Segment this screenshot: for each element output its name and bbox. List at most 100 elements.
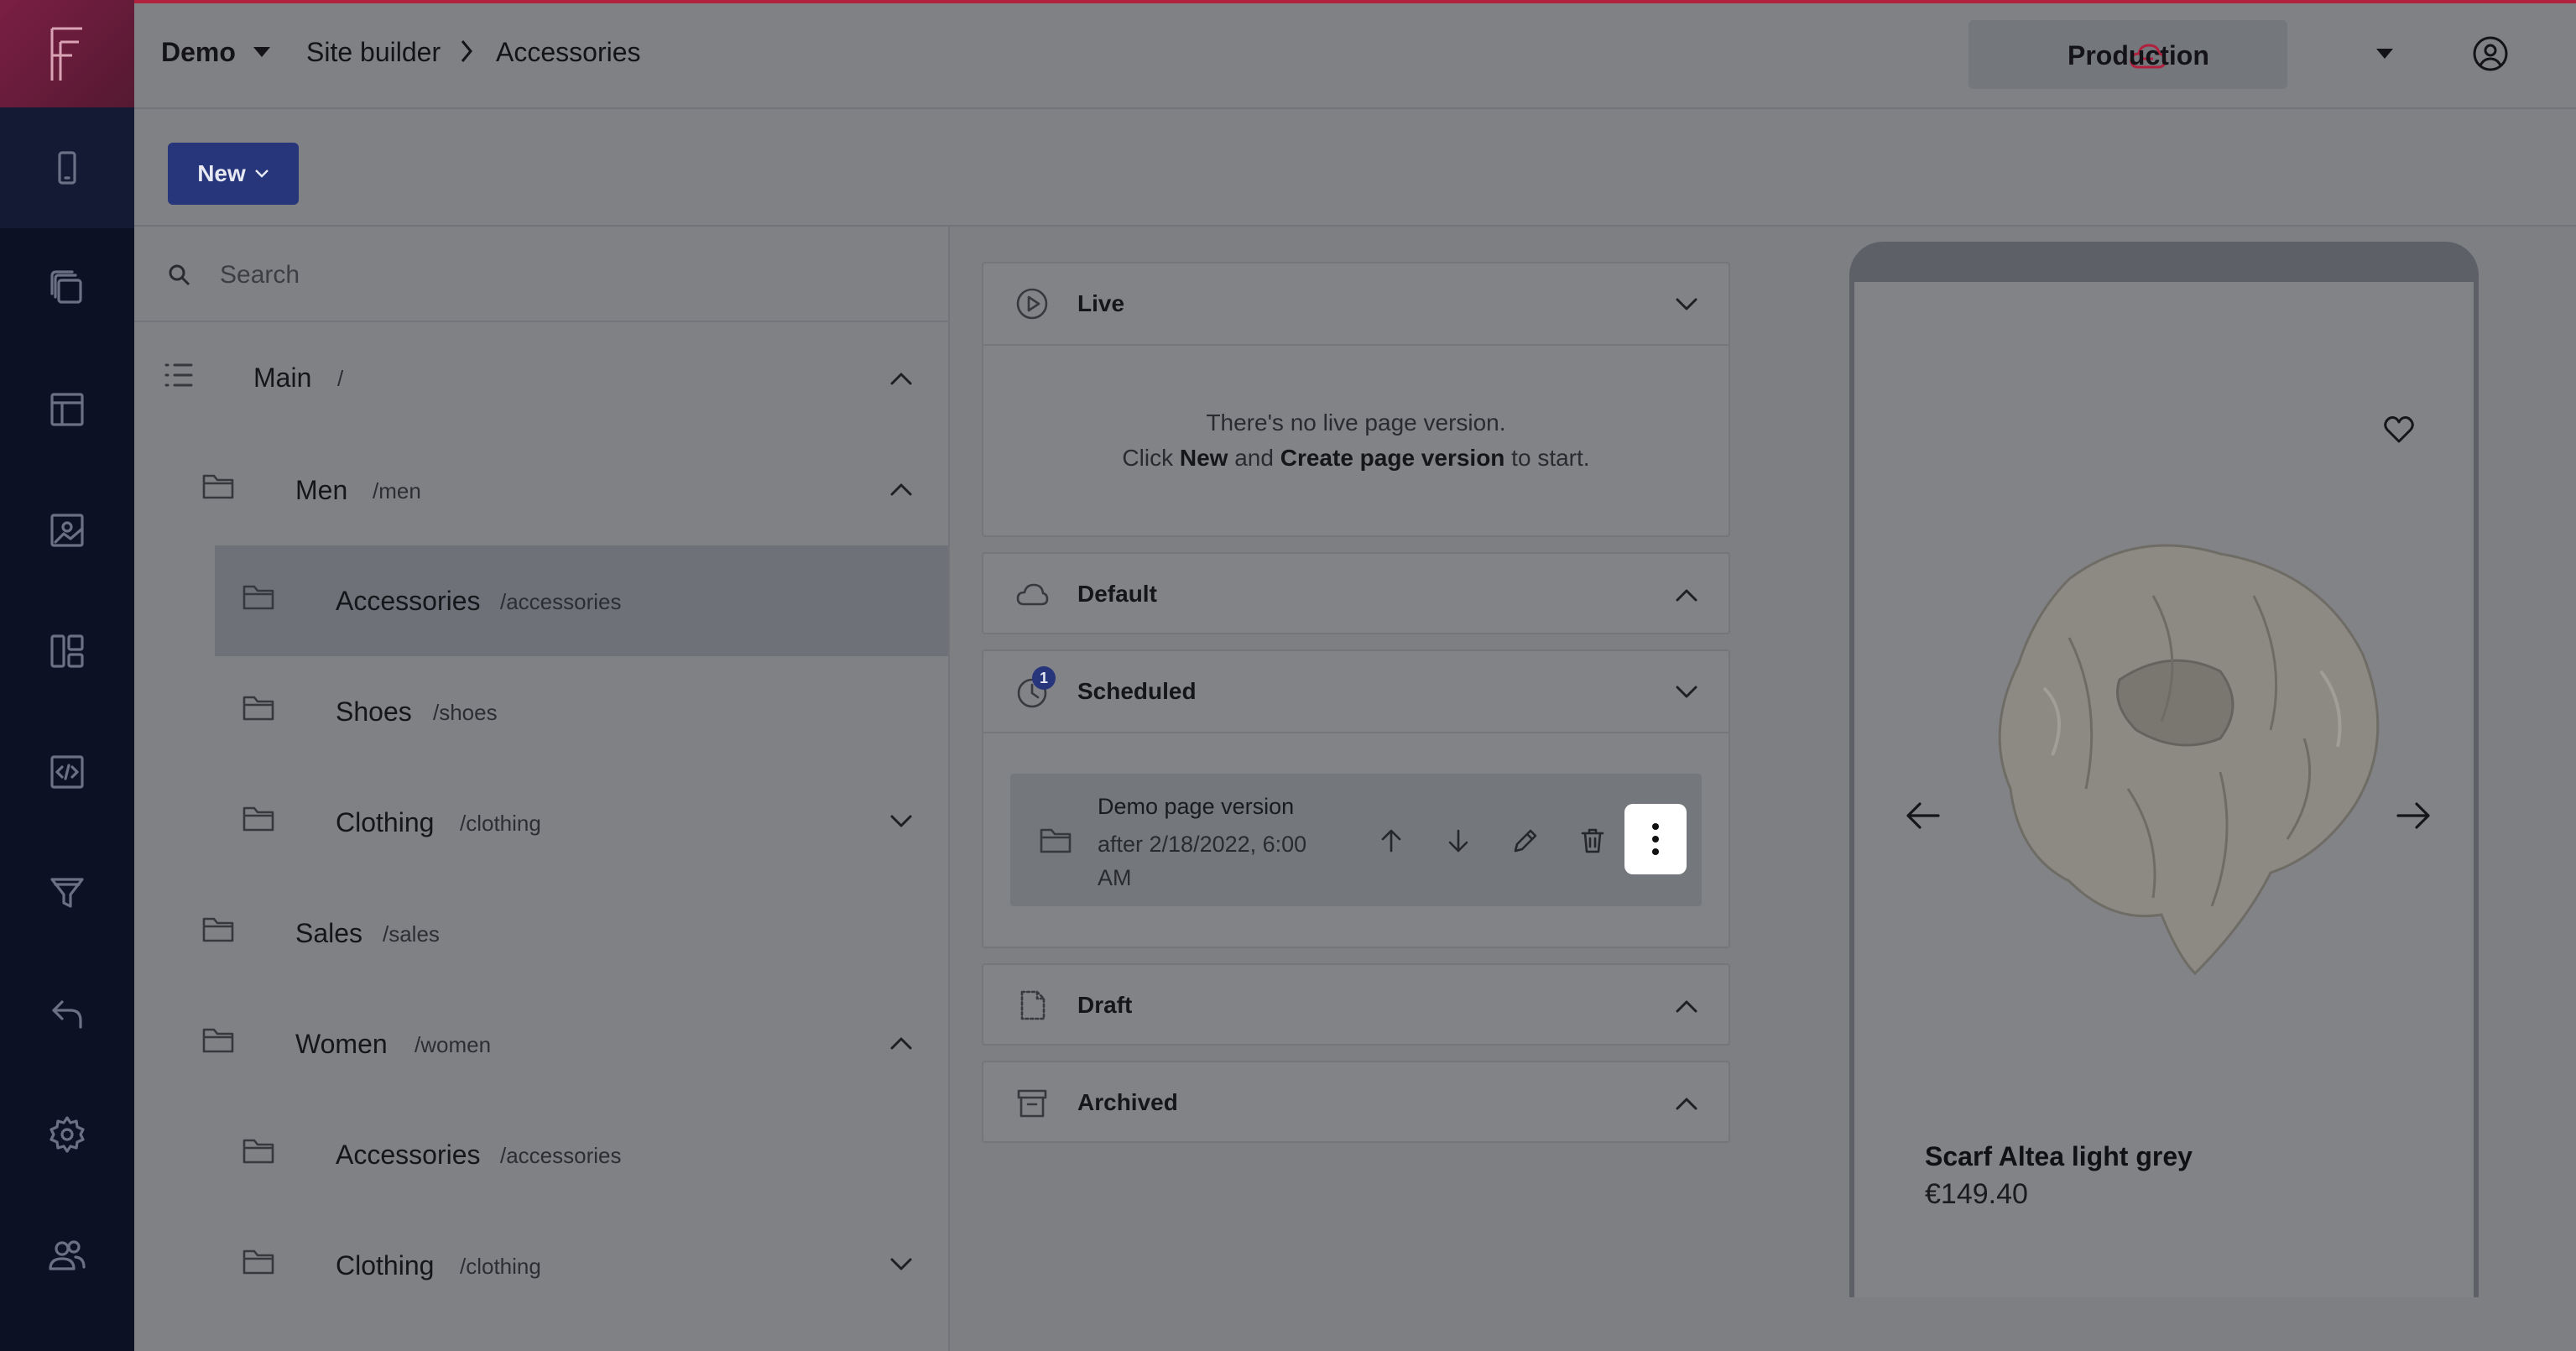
chevron-down-icon[interactable]: [253, 47, 270, 57]
undo-icon[interactable]: [44, 990, 91, 1037]
section-scheduled-header[interactable]: Scheduled: [983, 651, 1729, 732]
section-title: Scheduled: [1077, 678, 1197, 704]
tree-item-path: /: [337, 366, 344, 391]
empty-message-line1: There's no live page version.: [1206, 409, 1506, 436]
arrow-right-icon[interactable]: [2395, 801, 2432, 831]
more-icon: [1652, 823, 1659, 830]
tree-item-label: Clothing: [336, 807, 435, 837]
code-icon[interactable]: [44, 749, 91, 795]
empty-text: Click: [1122, 445, 1180, 471]
section-archived[interactable]: Archived: [982, 1061, 1730, 1143]
scheduled-count-badge: 1: [1032, 666, 1056, 690]
more-icon: [1652, 848, 1659, 855]
chevron-up-icon[interactable]: [889, 482, 913, 497]
preview-bottom-edge: [950, 1297, 2576, 1351]
tree-item-path: /clothing: [460, 811, 541, 836]
product-name: Scarf Altea light grey: [1925, 1141, 2193, 1171]
environment-label: Production: [2068, 40, 2209, 70]
tree-item-path: /women: [415, 1032, 492, 1057]
chevron-up-icon[interactable]: [1675, 999, 1698, 1014]
tree-item-clothing[interactable]: [215, 767, 948, 878]
search-input[interactable]: [220, 257, 908, 294]
toolbar: [134, 109, 2576, 227]
tree-item-women-clothing[interactable]: [215, 1210, 948, 1321]
navigation-rail: [0, 0, 134, 1351]
empty-message-line2: Click New and Create page version to sta…: [983, 445, 1729, 472]
heart-icon[interactable]: [2383, 415, 2415, 445]
chevron-up-icon[interactable]: [1675, 587, 1698, 602]
tree-item-label: Men: [295, 475, 348, 505]
tree-item-path: /clothing: [460, 1254, 541, 1279]
more-options-button[interactable]: [1624, 804, 1687, 874]
chevron-down-icon[interactable]: [1675, 297, 1698, 312]
tree-item-men[interactable]: [134, 435, 948, 545]
tree-item-label: Main: [253, 363, 312, 393]
settings-icon[interactable]: [44, 1111, 91, 1158]
empty-text: and: [1228, 445, 1280, 471]
folder-icon: [242, 804, 275, 832]
chevron-down-icon[interactable]: [2376, 49, 2393, 59]
tree-item-label: Accessories: [336, 1140, 481, 1170]
tree-item-women[interactable]: [134, 988, 948, 1099]
play-circle-icon: [1015, 287, 1049, 321]
move-down-button[interactable]: [1438, 821, 1478, 861]
tree-item-label: Shoes: [336, 696, 412, 727]
section-draft[interactable]: Draft: [982, 963, 1730, 1046]
folder-icon: [201, 472, 235, 500]
breadcrumb-site-builder[interactable]: Site builder: [306, 37, 441, 68]
chevron-down-icon: [254, 170, 269, 178]
workspace-selector[interactable]: Demo: [161, 37, 236, 68]
tree-item-path: /shoes: [433, 700, 498, 725]
page-version-title: Demo page version: [1098, 794, 1295, 819]
arrow-down-icon: [1448, 829, 1468, 853]
section-title: Draft: [1077, 992, 1133, 1018]
folder-icon: [242, 1136, 275, 1165]
edit-button[interactable]: [1505, 821, 1546, 861]
search-icon: [169, 264, 190, 286]
filter-icon[interactable]: [44, 869, 91, 916]
tree-item-label: Women: [295, 1029, 388, 1059]
tree-item-sales[interactable]: [134, 878, 948, 988]
pages-icon[interactable]: [44, 265, 91, 312]
empty-text-new: New: [1179, 445, 1228, 471]
draft-document-icon: [1015, 988, 1049, 1022]
tree-item-path: /accessories: [500, 1143, 622, 1168]
app-logo[interactable]: [0, 0, 134, 107]
user-account-icon[interactable]: [2472, 35, 2509, 72]
media-icon[interactable]: [44, 507, 91, 554]
section-title: Live: [1077, 290, 1125, 316]
tree-item-label: Clothing: [336, 1250, 435, 1281]
move-up-button[interactable]: [1371, 821, 1411, 861]
section-default[interactable]: Default: [982, 552, 1730, 634]
folder-icon: [242, 582, 275, 611]
breadcrumb-accessories: Accessories: [496, 37, 641, 67]
chevron-down-icon[interactable]: [889, 1257, 913, 1272]
layout-icon[interactable]: [44, 386, 91, 433]
tree-item-path: /men: [373, 478, 421, 503]
chevron-up-icon[interactable]: [889, 1035, 913, 1051]
folder-icon: [201, 1025, 235, 1054]
folder-icon: [1039, 826, 1072, 854]
new-button[interactable]: New: [168, 143, 299, 205]
section-title: Default: [1077, 581, 1157, 607]
more-icon: [1652, 836, 1659, 842]
delete-button[interactable]: [1572, 821, 1613, 861]
arrow-left-icon[interactable]: [1905, 801, 1942, 831]
chevron-up-icon[interactable]: [1675, 1096, 1698, 1111]
divider: [983, 732, 1729, 733]
tree-item-path: /accessories: [500, 589, 622, 614]
chevron-up-icon[interactable]: [889, 371, 913, 386]
section-live: Live There's no live page version. Click…: [982, 262, 1730, 537]
users-icon[interactable]: [44, 1232, 91, 1279]
components-icon[interactable]: [44, 628, 91, 675]
tree-item-shoes[interactable]: [215, 656, 948, 767]
logo-icon: [50, 27, 82, 81]
chevron-down-icon[interactable]: [1675, 685, 1698, 700]
tree-item-label: Sales: [295, 918, 363, 948]
folder-icon: [242, 1247, 275, 1275]
archive-box-icon: [1015, 1086, 1049, 1119]
new-button-label: New: [197, 160, 246, 186]
mobile-icon[interactable]: [44, 144, 91, 191]
chevron-down-icon[interactable]: [889, 814, 913, 829]
section-live-header[interactable]: Live: [983, 263, 1729, 344]
